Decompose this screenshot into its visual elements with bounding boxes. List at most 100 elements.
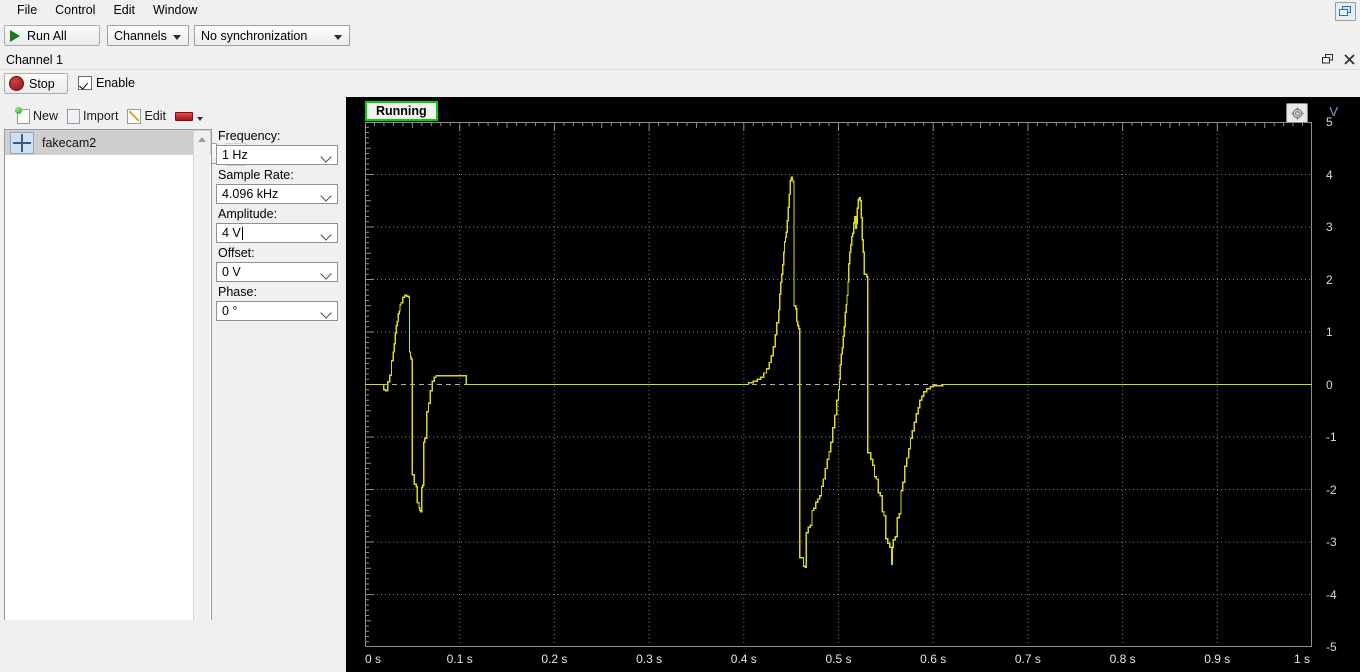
y-tick-label: -1 (1326, 430, 1337, 444)
chevron-down-icon (173, 35, 181, 40)
plot-area[interactable] (365, 122, 1312, 647)
synchronization-dropdown-value: No synchronization (201, 28, 308, 43)
y-tick-label: 3 (1326, 220, 1333, 234)
x-tick-label: 0 s (364, 652, 382, 666)
menu-bar: File Control Edit Window (0, 0, 1360, 21)
offset-value: 0 V (222, 265, 241, 279)
chevron-down-icon (334, 35, 342, 40)
window-restore-icon[interactable] (1335, 2, 1356, 21)
y-tick-label: 4 (1326, 167, 1333, 182)
enable-label: Enable (96, 76, 135, 90)
new-label: New (33, 109, 59, 123)
sample-rate-label: Sample Rate: (218, 168, 294, 182)
x-tick-label: 0.2 s (541, 652, 568, 666)
application-window: File Control Edit Window Run All Channel… (0, 0, 1360, 672)
import-waveform-button[interactable]: Import (64, 108, 121, 125)
x-tick-label: 0.8 s (1109, 652, 1136, 666)
import-icon (67, 108, 81, 124)
x-tick-label: 1 s (1293, 652, 1311, 666)
synchronization-dropdown[interactable]: No synchronization (194, 25, 350, 46)
x-tick-label: 0.1 s (446, 652, 473, 666)
new-waveform-button[interactable]: New (14, 106, 61, 125)
y-tick-label: 5 (1326, 115, 1333, 129)
chevron-down-icon (320, 268, 332, 280)
list-item-label: fakecam2 (42, 135, 97, 150)
y-axis: 5 4 3 2 1 0 -1 -2 -3 -4 -5 (1312, 115, 1352, 654)
channel-title-bar: Channel 1 (0, 51, 1360, 70)
channel-title: Channel 1 (6, 53, 63, 67)
scope-settings-button[interactable] (1286, 103, 1308, 123)
gear-icon (1291, 107, 1303, 119)
scroll-up-button[interactable] (194, 131, 210, 148)
amplitude-label: Amplitude: (218, 207, 278, 221)
chevron-down-icon (197, 116, 203, 121)
text-caret (241, 226, 243, 240)
trace-svg (365, 122, 1312, 647)
channels-dropdown-value: Channels (114, 28, 167, 43)
edit-label: Edit (144, 109, 166, 123)
phase-field[interactable]: 0 ° (216, 301, 338, 321)
y-tick-label: 2 (1326, 272, 1333, 287)
waveform-list[interactable]: fakecam2 (4, 129, 212, 668)
run-all-label: Run All (27, 28, 67, 43)
offset-field[interactable]: 0 V (216, 262, 338, 282)
y-tick-label: -2 (1326, 482, 1337, 497)
frequency-field[interactable]: 1 Hz (216, 145, 338, 165)
x-tick-label: 0.7 s (1014, 652, 1041, 666)
phase-value: 0 ° (222, 304, 238, 318)
run-all-button[interactable]: Run All (4, 25, 100, 46)
menu-file[interactable]: File (8, 1, 46, 20)
frequency-value: 1 Hz (222, 148, 248, 162)
menu-window[interactable]: Window (144, 1, 206, 20)
parameter-panel: Frequency: 1 Hz Sample Rate: 4.096 kHz A… (216, 129, 342, 324)
play-icon (10, 29, 20, 42)
waveform-icon (10, 131, 34, 154)
panel-filler (0, 620, 346, 672)
restore-icon[interactable] (1320, 52, 1334, 66)
status-badge: Running (365, 101, 438, 121)
x-tick-label: 0.3 s (636, 652, 663, 666)
amplitude-field[interactable]: 4 V (216, 223, 338, 243)
import-label: Import (83, 109, 119, 123)
menu-edit[interactable]: Edit (104, 1, 144, 20)
chevron-down-icon (320, 307, 332, 319)
x-tick-label: 0.9 s (1204, 652, 1231, 666)
waveform-file-toolbar: New Import Edit (0, 106, 226, 126)
y-tick-label: 0 (1326, 377, 1333, 392)
edit-waveform-button[interactable]: Edit (124, 108, 169, 125)
x-tick-label: 0.5 s (825, 652, 852, 666)
sample-rate-field[interactable]: 4.096 kHz (216, 184, 338, 204)
offset-label: Offset: (218, 246, 255, 260)
chevron-up-icon (198, 137, 206, 142)
trace-color-button[interactable] (172, 111, 206, 122)
chevron-down-icon (320, 151, 332, 163)
enable-checkbox[interactable]: Enable (78, 76, 135, 90)
color-swatch-icon (175, 111, 193, 121)
stop-button[interactable]: Stop (4, 73, 68, 94)
sample-rate-value: 4.096 kHz (222, 187, 279, 201)
x-tick-label: 0.4 s (730, 652, 757, 666)
edit-pencil-icon (127, 108, 142, 124)
frequency-label: Frequency: (218, 129, 281, 143)
oscilloscope-display: Running V 5 4 3 2 1 0 -1 -2 -3 -4 -5 0 s 0.1 s 0.2 s… (346, 97, 1360, 672)
stop-icon (9, 76, 24, 91)
y-tick-label: 1 (1326, 325, 1333, 339)
checkbox-checked-icon (78, 76, 92, 90)
phase-label: Phase: (218, 285, 257, 299)
list-item[interactable]: fakecam2 (5, 130, 211, 155)
channels-dropdown[interactable]: Channels (107, 25, 189, 46)
menu-items: File Control Edit Window (0, 0, 1360, 21)
x-axis: 0 s 0.1 s 0.2 s 0.3 s 0.4 s 0.5 s 0.6 s 0.7 s 0.… (346, 647, 1360, 672)
waveform-list-scrollbar[interactable] (193, 131, 210, 668)
close-icon[interactable] (1342, 52, 1356, 66)
stop-label: Stop (29, 76, 55, 91)
y-tick-label: -4 (1326, 587, 1337, 602)
channel-toolbar: Stop Enable Custom (0, 70, 1360, 166)
channel-window-controls (1320, 52, 1356, 66)
amplitude-value: 4 V (222, 226, 241, 240)
menu-control[interactable]: Control (46, 1, 104, 20)
new-document-icon (15, 106, 30, 124)
chevron-down-icon (320, 190, 332, 202)
chevron-down-icon (320, 229, 332, 241)
y-tick-label: -3 (1326, 535, 1337, 549)
